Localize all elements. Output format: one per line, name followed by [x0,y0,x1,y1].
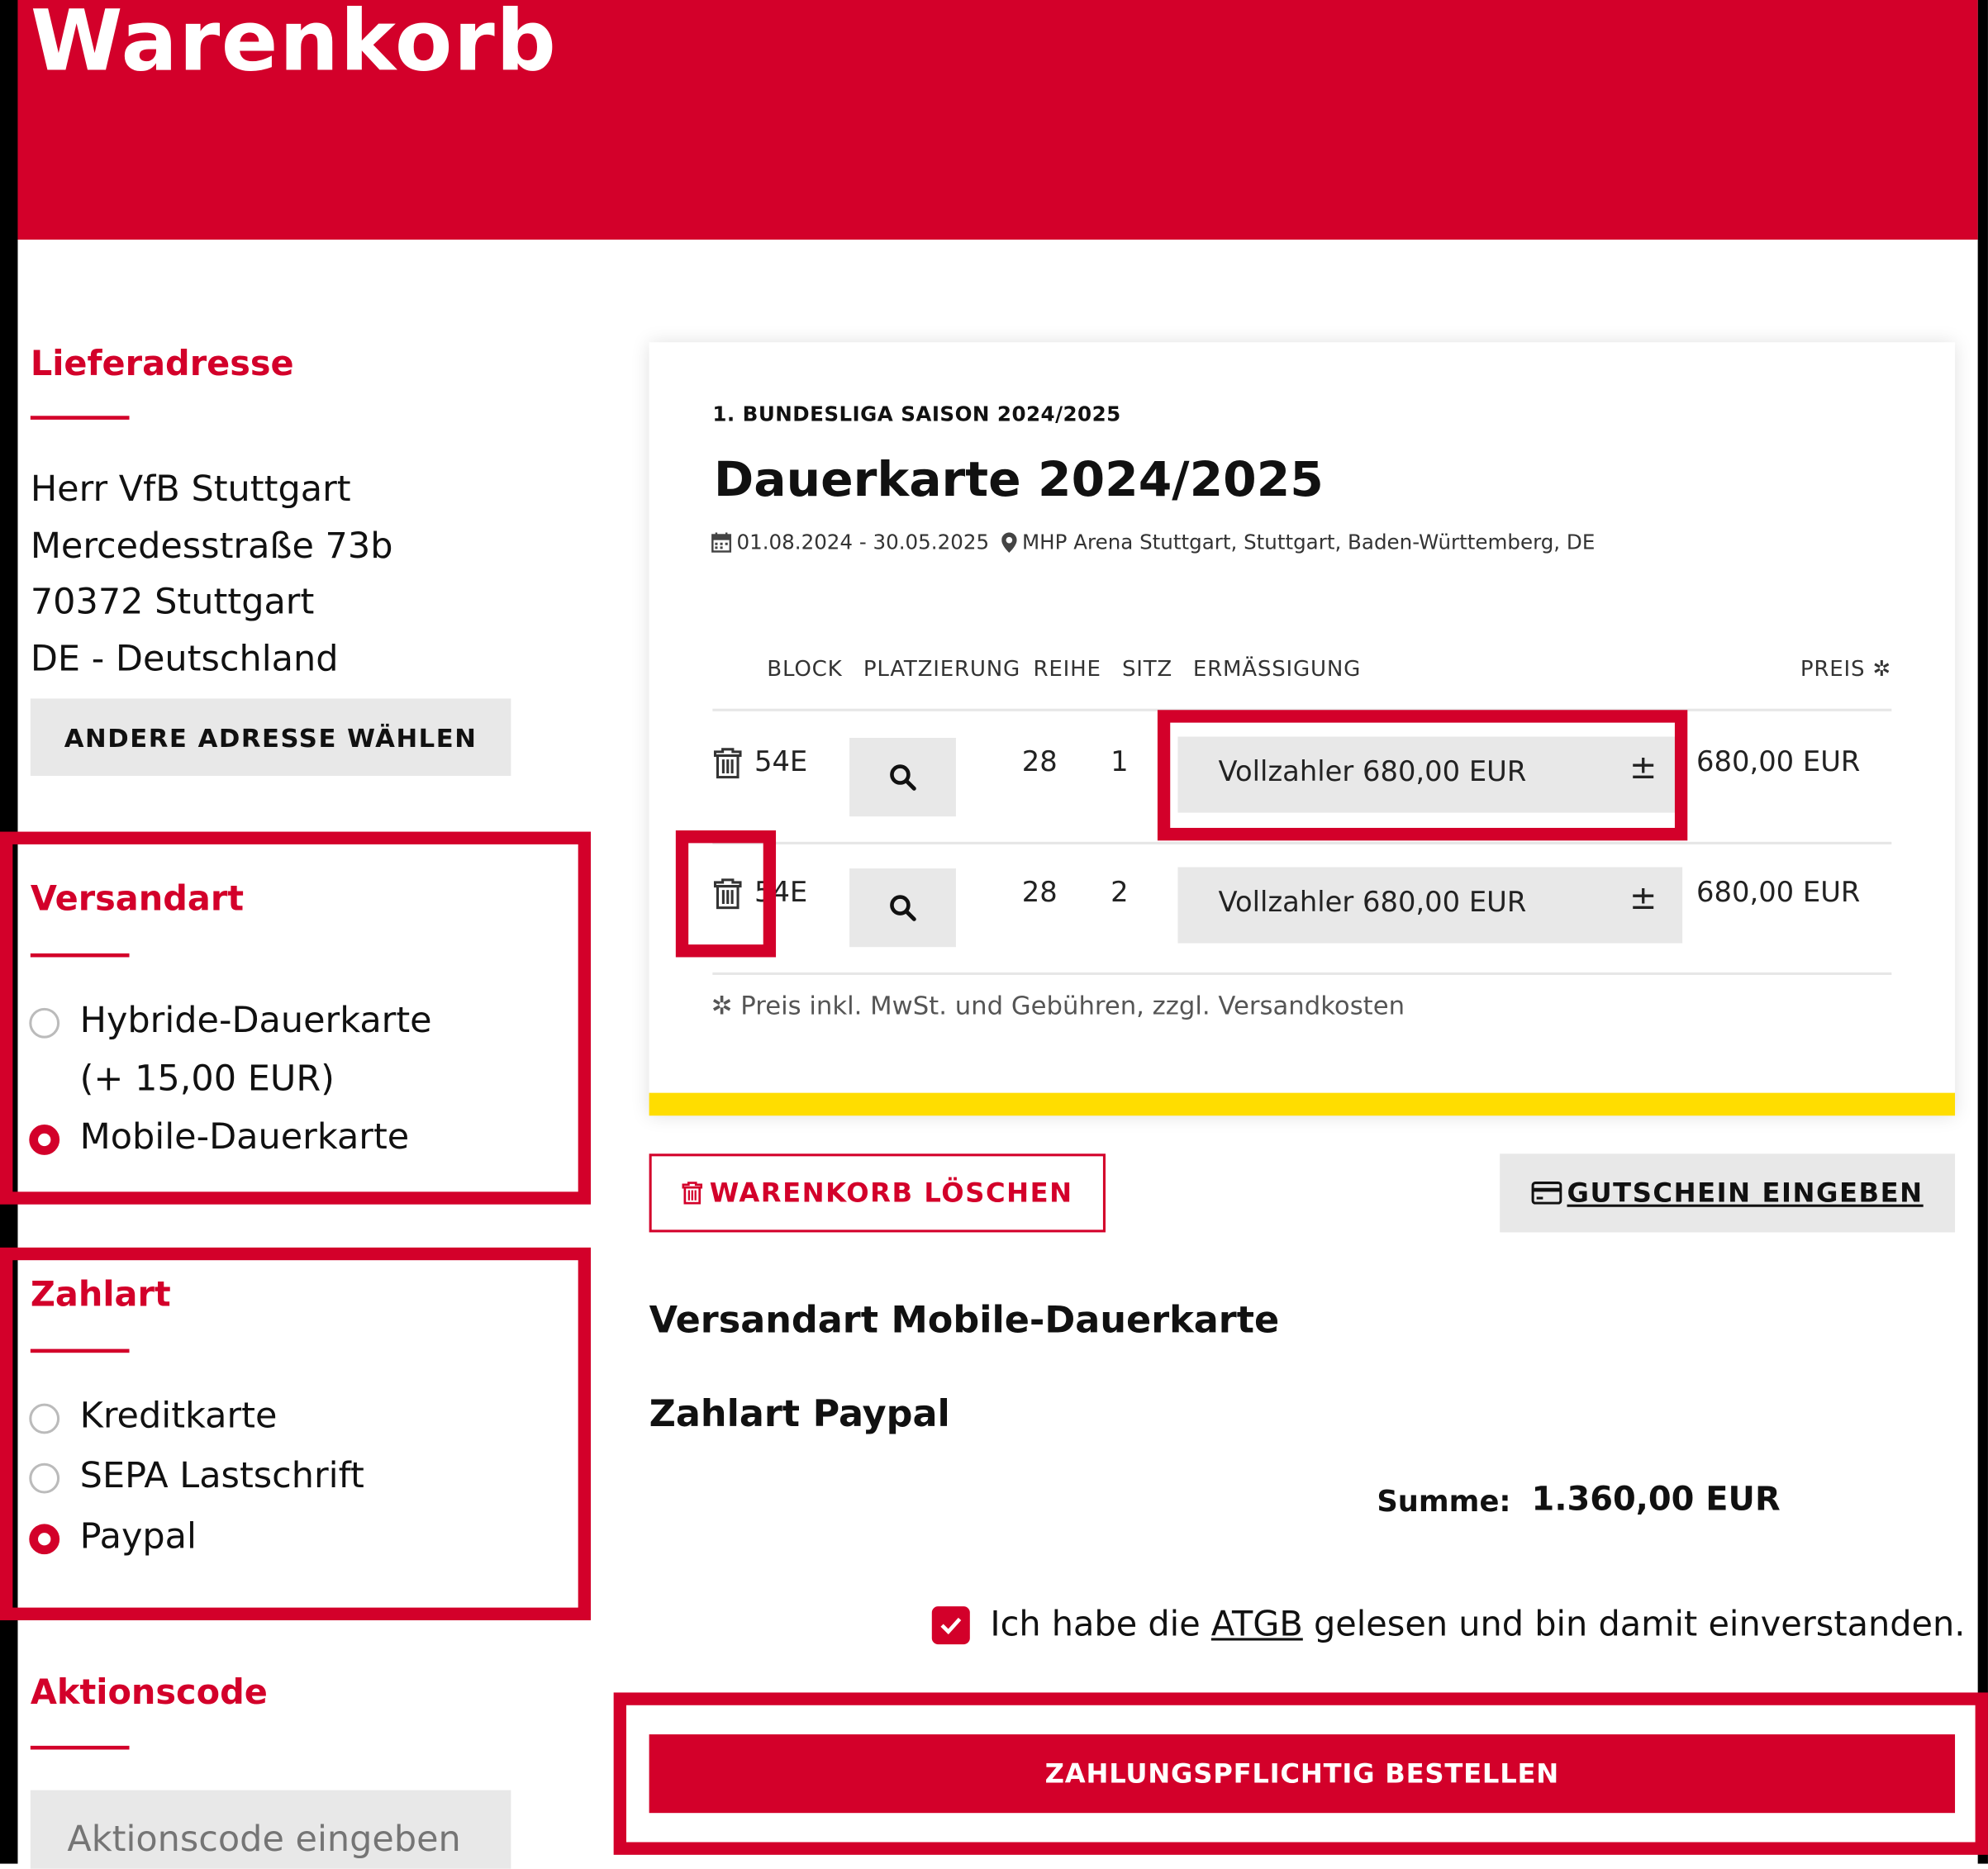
trash-icon [681,1182,702,1205]
discount-select[interactable]: Vollzahler 680,00 EUR ± [1177,867,1683,944]
total-label: Summe: [1377,1486,1511,1519]
row-block: 54E [754,746,808,779]
credit-card-icon [1531,1182,1562,1205]
place-order-button[interactable]: ZAHLUNGSPFLICHTIG BESTELLEN [649,1734,1956,1814]
discount-select-value: Vollzahler 680,00 EUR [1218,887,1527,920]
ticket-league: 1. BUNDESLIGA SAISON 2024/2025 [712,402,1121,426]
price-footnote: ✲ Preis inkl. MwSt. und Gebühren, zzgl. … [711,990,1405,1021]
ticket-meta: 01.08.2024 - 30.05.2025 MHP Arena Stuttg… [711,530,1596,554]
column-header-price: PREIS ✲ [1800,656,1891,682]
shipping-option-hybrid[interactable]: Hybride-Dauerkarte (+ 15,00 EUR) [29,999,432,1108]
delivery-title-rule [30,416,130,420]
atgb-link[interactable]: ATGB [1211,1605,1303,1645]
terms-row: Ich habe die ATGB gelesen und bin damit … [931,1605,1966,1645]
delivery-title: Lieferadresse [30,345,294,384]
row-price: 680,00 EUR [1696,877,1861,910]
shipping-title-rule [30,953,130,958]
search-icon [890,764,916,791]
right-frame-border [1977,0,1988,1864]
column-header-discount: ERMÄSSIGUNG [1192,656,1362,682]
discount-select-value: Vollzahler 680,00 EUR [1218,757,1527,789]
search-icon [890,895,916,921]
summary-shipping: Versandart Mobile-Dauerkarte [649,1298,1280,1342]
table-divider [712,708,1892,711]
change-address-button[interactable]: ANDERE ADRESSE WÄHLEN [30,698,511,777]
row-number: 28 [1021,746,1058,779]
ticket-date-range: 01.08.2024 - 30.05.2025 [736,530,990,554]
row-block: 54E [754,877,808,910]
promo-title: Aktionscode [30,1673,268,1713]
payment-title: Zahlart [30,1275,171,1315]
view-seat-button[interactable] [849,868,956,948]
trash-icon[interactable] [713,747,742,780]
column-header-placement: PLATZIERUNG [863,656,1020,682]
shipping-title: Versandart [30,879,245,920]
radio-button[interactable] [29,1403,60,1434]
trash-icon[interactable] [713,877,742,911]
column-header-row: REIHE [1033,656,1101,682]
address-line: 70372 Stuttgart [30,580,315,623]
seat-number: 2 [1111,877,1129,910]
address-line: DE - Deutschland [30,637,339,679]
table-divider [712,841,1892,844]
shipping-option-label: Mobile-Dauerkarte [79,1115,410,1158]
terms-text: Ich habe die ATGB gelesen und bin damit … [990,1605,1966,1645]
voucher-button[interactable]: GUTSCHEIN EINGEBEN [1500,1153,1956,1233]
promo-title-rule [30,1745,130,1750]
payment-option-label: SEPA Lastschrift [79,1453,364,1496]
ticket-name: Dauerkarte 2024/2025 [713,451,1324,507]
payment-title-rule [30,1348,130,1353]
radio-button-selected[interactable] [29,1524,60,1555]
total-value: 1.360,00 EUR [1531,1481,1781,1519]
plus-minus-icon: ± [1629,879,1657,918]
map-pin-icon [1001,531,1017,553]
delivery-address: Herr VfB Stuttgart Mercedesstraße 73b 70… [31,462,393,687]
ticket-card-accent-bar [649,1092,1956,1116]
address-line: Herr VfB Stuttgart [30,468,351,510]
radio-button[interactable] [29,1462,60,1494]
radio-button-selected[interactable] [29,1125,60,1155]
calendar-icon [711,532,732,553]
shipping-option-label: Hybride-Dauerkarte (+ 15,00 EUR) [79,999,432,1100]
shipping-option-mobile[interactable]: Mobile-Dauerkarte [29,1115,409,1166]
payment-option-kreditkarte[interactable]: Kreditkarte [29,1395,277,1445]
payment-option-paypal[interactable]: Paypal [29,1515,197,1566]
view-seat-button[interactable] [849,738,956,817]
payment-option-sepa[interactable]: SEPA Lastschrift [29,1454,364,1505]
terms-checkbox[interactable] [931,1605,970,1644]
seat-number: 1 [1111,746,1129,779]
row-number: 28 [1021,877,1058,910]
left-frame-border [0,0,18,1864]
column-header-block: BLOCK [767,656,843,682]
radio-button[interactable] [29,1007,60,1039]
ticket-venue: MHP Arena Stuttgart, Stuttgart, Baden-Wü… [1021,530,1596,554]
voucher-label: GUTSCHEIN EINGEBEN [1567,1177,1924,1209]
promo-code-input[interactable] [30,1790,511,1869]
column-header-seat: SITZ [1121,656,1173,682]
payment-option-label: Kreditkarte [79,1394,278,1437]
page-title: Warenkorb [30,0,558,90]
row-price: 680,00 EUR [1696,746,1861,779]
summary-payment: Zahlart Paypal [649,1391,950,1435]
payment-option-label: Paypal [79,1515,197,1558]
address-line: Mercedesstraße 73b [30,524,393,567]
clear-cart-button[interactable]: WARENKORB LÖSCHEN [649,1153,1106,1233]
checkmark-icon [940,1617,962,1634]
clear-cart-label: WARENKORB LÖSCHEN [709,1177,1073,1209]
discount-select[interactable]: Vollzahler 680,00 EUR ± [1177,736,1683,813]
plus-minus-icon: ± [1629,749,1657,787]
table-divider [712,972,1892,975]
